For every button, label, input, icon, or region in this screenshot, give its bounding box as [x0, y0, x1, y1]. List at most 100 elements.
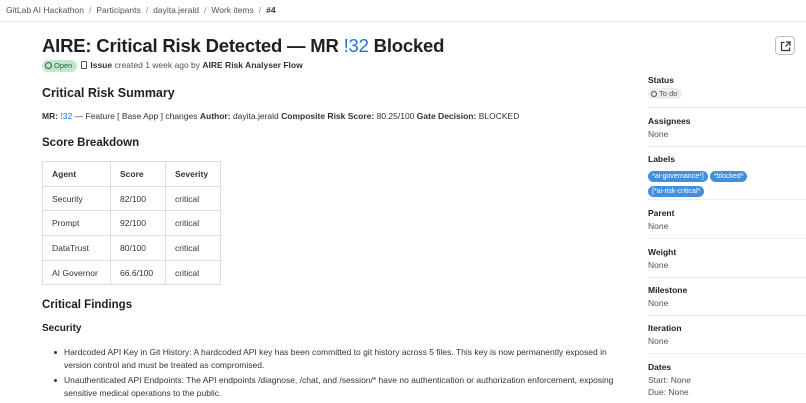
table-cell: critical [165, 235, 221, 261]
column-header-severity: Severity [165, 161, 221, 187]
labels-label: Labels [648, 154, 675, 164]
table-cell: DataTrust [42, 235, 111, 261]
weight-value: None [648, 260, 669, 270]
breakdown-heading: Score Breakdown [42, 137, 140, 149]
issue-type: Issue [90, 60, 113, 70]
breadcrumb: GitLab AI Hackathon / Participants / dayita.… [6, 5, 276, 15]
status-value: To do [659, 89, 678, 98]
breadcrumb-item-project[interactable]: dayita.jerald [153, 5, 199, 15]
column-header-agent: Agent [42, 161, 111, 187]
breadcrumb-separator: / [258, 5, 262, 15]
weight-label: Weight [648, 247, 677, 257]
milestone-label: Milestone [648, 285, 688, 295]
page-title: AIRE: Critical Risk Detected — MR !32 Bl… [42, 35, 444, 57]
list-item: Hardcoded API Key in Git History: A hard… [54, 346, 620, 372]
start-date-label: Start: [648, 375, 669, 385]
label-ai-governance[interactable]: *ai-governance*] [648, 171, 708, 182]
breadcrumb-item-participants[interactable]: Participants [96, 5, 140, 15]
table-cell: 82/100 [110, 185, 166, 212]
labels-section[interactable]: Labels *ai-governance*] *blocked* [*ai-ris… [648, 154, 806, 197]
milestone-value: None [648, 298, 669, 308]
iteration-value: None [648, 336, 669, 346]
divider [648, 199, 806, 200]
findings-list: Hardcoded API Key in Git History: A hard… [54, 346, 620, 402]
table-cell: 66.6/100 [110, 259, 166, 286]
issue-meta: Open Issue created 1 week ago by AIRE Ris… [42, 60, 303, 73]
created-text: created 1 week ago by [114, 60, 201, 70]
summary-line: MR: !32 — Feature [ Base App ] changes A… [42, 111, 519, 121]
feature-text: — Feature [ Base App ] changes [74, 111, 198, 121]
issue-type-icon [81, 61, 88, 69]
table-cell: 80/100 [110, 235, 166, 261]
title-mr-link[interactable]: !32 [344, 35, 369, 56]
label-blocked[interactable]: *blocked* [709, 171, 748, 182]
mr-link[interactable]: !32 [60, 111, 72, 121]
findings-heading: Critical Findings [42, 299, 133, 311]
external-link-icon [780, 41, 791, 52]
list-item: Unauthenticated API Endpoints: The API e… [54, 374, 620, 400]
divider [648, 107, 806, 108]
security-heading: Security [42, 323, 82, 334]
breadcrumb-item-current[interactable]: #4 [266, 5, 275, 15]
dates-label: Dates [648, 362, 672, 372]
assignees-label: Assignees [648, 116, 691, 126]
title-prefix: AIRE: Critical Risk Detected — MR [42, 35, 344, 56]
table-cell: critical [165, 185, 221, 212]
author-value: dayita.jerald [232, 111, 279, 121]
top-bar: GitLab AI Hackathon / Participants / dayita.… [0, 0, 806, 22]
table-cell: 92/100 [110, 210, 166, 237]
table-header-row: Agent Score Severity [42, 161, 221, 187]
breadcrumb-separator: / [88, 5, 92, 15]
column-header-score: Score [110, 161, 166, 187]
divider [648, 277, 806, 278]
parent-value: None [648, 221, 669, 231]
due-date-value: None [668, 387, 689, 397]
table-row: Prompt 92/100 critical [42, 210, 221, 237]
milestone-section[interactable]: Milestone None [648, 285, 806, 308]
table-cell: Security [42, 185, 111, 212]
state-label: Open [54, 61, 73, 70]
breadcrumb-item-group[interactable]: GitLab AI Hackathon [6, 5, 84, 15]
parent-label: Parent [648, 208, 675, 218]
divider [648, 353, 806, 354]
mr-label: MR: [42, 111, 59, 121]
score-value: 80.25/100 [376, 111, 415, 121]
divider [648, 146, 806, 147]
breadcrumb-separator: / [203, 5, 207, 15]
open-in-new-button[interactable] [775, 36, 795, 55]
iteration-label: Iteration [648, 323, 682, 333]
breadcrumb-separator: / [145, 5, 149, 15]
title-suffix: Blocked [368, 35, 445, 56]
dates-section[interactable]: Dates Start: None Due: None [648, 362, 806, 397]
assignees-section[interactable]: Assignees None [648, 116, 806, 139]
divider [648, 238, 806, 239]
start-date-value: None [670, 375, 692, 385]
due-date-label: Due: [648, 387, 666, 397]
todo-circle-icon [651, 90, 657, 97]
summary-heading: Critical Risk Summary [42, 86, 175, 100]
gate-label: Gate Decision: [416, 111, 477, 121]
table-cell: Prompt [42, 210, 111, 237]
status-section[interactable]: Status To do [648, 75, 806, 99]
table-row: Security 82/100 critical [42, 185, 221, 212]
status-label: Status [648, 75, 674, 85]
divider [648, 315, 806, 316]
table-row: DataTrust 80/100 critical [42, 235, 221, 261]
author-link[interactable]: AIRE Risk Analyser Flow [202, 60, 302, 70]
open-circle-icon [45, 62, 52, 69]
table-row: AI Governor 66.6/100 critical [42, 259, 221, 286]
iteration-section[interactable]: Iteration None [648, 323, 806, 346]
table-cell: critical [165, 210, 221, 237]
status-todo-badge[interactable]: To do [648, 88, 683, 99]
weight-section[interactable]: Weight None [648, 247, 806, 270]
assignees-value: None [648, 129, 669, 139]
status-badge: Open [42, 60, 78, 72]
score-table: Agent Score Severity Security 82/100 cri… [42, 161, 221, 286]
parent-section[interactable]: Parent None [648, 208, 806, 231]
author-label: Author: [199, 111, 231, 121]
score-label: Composite Risk Score: [281, 111, 375, 121]
label-ai-risk-critical[interactable]: [*ai-risk-critical* [648, 186, 705, 197]
breadcrumb-item-work-items[interactable]: Work items [211, 5, 253, 15]
table-cell: critical [165, 259, 221, 286]
table-cell: AI Governor [42, 259, 111, 286]
